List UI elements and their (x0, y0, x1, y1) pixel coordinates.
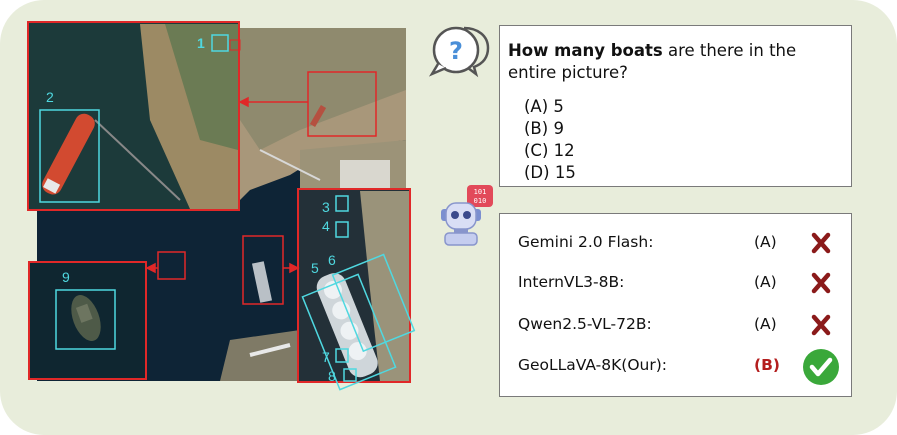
model-answer: (A) (754, 233, 777, 251)
check-icon (803, 349, 839, 385)
zoom-inset-2 (27, 21, 241, 211)
satellite-image: 1 2 3 4 5 6 7 8 9 (27, 21, 416, 391)
result-row: GeoLLaVA-8K(Our): (B) (500, 349, 853, 385)
question-mark: ? (449, 37, 463, 65)
model-answer: (A) (754, 315, 777, 333)
wrong-x-icon (811, 232, 831, 254)
model-name: Qwen2.5-VL-72B: (518, 315, 652, 333)
model-answer: (B) (754, 356, 780, 374)
robot-badge-line1: 101 (474, 188, 487, 196)
option-d: (D) 15 (524, 163, 576, 182)
boat-label-1: 1 (197, 35, 205, 51)
wrong-x-icon (811, 314, 831, 336)
boat-label-2: 2 (46, 89, 54, 105)
robot-badge-line2: 010 (474, 197, 487, 205)
question-text: How many boats are there in the entire p… (508, 40, 843, 84)
boat-label-4: 4 (322, 218, 330, 234)
answer-options: (A) 5 (B) 9 (C) 12 (D) 15 (524, 96, 843, 184)
zoom-inset-right (297, 188, 416, 391)
boat-label-3: 3 (322, 199, 330, 215)
boat-label-6: 6 (328, 252, 336, 268)
result-row: Qwen2.5-VL-72B: (A) (500, 310, 853, 340)
results-box: Gemini 2.0 Flash: (A) InternVL3-8B: (A) … (499, 213, 852, 397)
option-c: (C) 12 (524, 141, 575, 160)
model-name: InternVL3-8B: (518, 273, 625, 291)
question-bold: How many boats (508, 41, 663, 60)
result-row: InternVL3-8B: (A) (500, 268, 853, 298)
model-name: GeoLLaVA-8K(Our): (518, 356, 668, 374)
boat-label-8: 8 (328, 368, 336, 384)
boat-label-9: 9 (62, 269, 70, 285)
option-b: (B) 9 (524, 119, 564, 138)
question-bubble-icon: ? (428, 26, 490, 78)
wrong-x-icon (811, 272, 831, 294)
question-box: How many boats are there in the entire p… (499, 25, 852, 187)
boat-label-5: 5 (311, 260, 319, 276)
robot-icon: 101 010 (441, 185, 493, 246)
option-a: (A) 5 (524, 97, 564, 116)
model-answer: (A) (754, 273, 777, 291)
result-row: Gemini 2.0 Flash: (A) (500, 228, 853, 258)
model-name: Gemini 2.0 Flash: (518, 233, 654, 251)
boat-label-7: 7 (322, 349, 330, 365)
zoom-inset-9 (28, 261, 147, 380)
